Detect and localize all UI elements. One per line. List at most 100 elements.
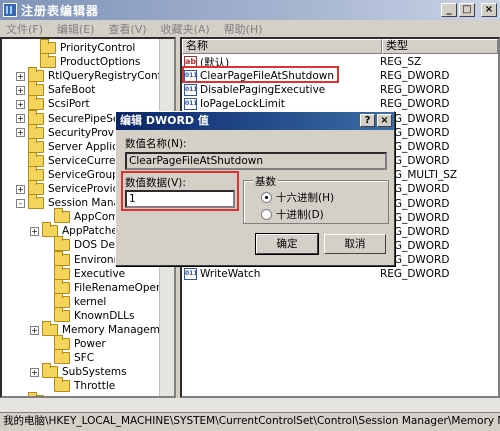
binary-value-icon: 011 [184, 98, 198, 111]
value-name-text: DisablePagingExecutive [200, 84, 326, 97]
value-type-cell: REG_DWORD [380, 225, 450, 238]
tree-item[interactable]: + Memory Management [30, 321, 174, 337]
expand-icon[interactable]: + [16, 184, 25, 194]
expand-icon[interactable]: + [16, 71, 25, 81]
menu-view[interactable]: 查看(V) [108, 21, 146, 37]
ok-button[interactable]: 确定 [255, 233, 319, 255]
close-button[interactable]: × [481, 3, 497, 17]
dec-radio-label: 十进制(D) [276, 209, 324, 221]
window-title: 注册表编辑器 [21, 3, 100, 18]
folder-icon [54, 349, 70, 365]
column-header-name[interactable]: 名称 [182, 39, 382, 54]
tree-item[interactable]: Power [42, 335, 106, 351]
expand-icon[interactable]: + [16, 114, 25, 123]
expand-icon[interactable]: + [16, 99, 25, 109]
dialog-close-button[interactable]: × [377, 114, 392, 127]
value-type-cell: REG_DWORD [380, 126, 450, 139]
value-type-cell: REG_DWORD [380, 183, 450, 196]
minimize-button[interactable]: _ [441, 3, 457, 17]
value-name-cell: 011 DisablePagingExecutive [184, 84, 380, 97]
collapse-icon[interactable]: - [16, 198, 25, 208]
expand-icon[interactable]: + [16, 128, 25, 138]
value-name-text: WriteWatch [200, 268, 261, 281]
window-title-bar: 注册表编辑器 _ □ × [0, 0, 500, 20]
menu-help[interactable]: 帮助(H) [224, 21, 263, 37]
hex-radio[interactable]: 十六进制(H) [261, 190, 334, 205]
expand-icon[interactable]: + [30, 367, 39, 377]
list-header: 名称 类型 [182, 39, 498, 54]
menu-edit[interactable]: 编辑(E) [57, 21, 95, 37]
value-type-cell: REG_DWORD [380, 70, 450, 83]
radio-unselected-icon [261, 209, 272, 220]
list-item[interactable]: 011 DisablePagingExecutive REG_DWORD [184, 83, 498, 97]
folder-icon [28, 194, 44, 210]
tree-item-label: Power [74, 338, 106, 351]
tree-item[interactable]: + SubSystems [30, 363, 127, 379]
tree-item[interactable]: kernel [42, 292, 106, 309]
binary-value-icon: 011 [184, 268, 198, 281]
tree-item[interactable]: ProductOptions [28, 53, 140, 69]
value-name-cell: 011 IoPageLockLimit [184, 98, 380, 111]
tree-item[interactable]: Throttle [42, 377, 116, 393]
menu-bar: 文件(F) 编辑(E) 查看(V) 收藏夹(A) 帮助(H) [0, 20, 500, 37]
value-data-highlight [121, 171, 239, 211]
value-name-text: IoPageLockLimit [200, 98, 285, 111]
hex-radio-label: 十六进制(H) [276, 192, 335, 204]
column-header-type[interactable]: 类型 [382, 39, 498, 54]
value-name-field: ClearPageFileAtShutdown [125, 152, 387, 170]
horizontal-scrollbar[interactable] [0, 398, 500, 412]
value-type-cell: REG_DWORD [380, 268, 450, 281]
folder-icon [54, 306, 70, 322]
tree-item-label: SubSystems [62, 366, 127, 379]
dialog-title: 编辑 DWORD 值 [120, 114, 209, 127]
folder-icon [40, 53, 56, 69]
menu-file[interactable]: 文件(F) [6, 21, 43, 37]
tree-item[interactable]: + RtlQueryRegistryConfig [16, 67, 171, 83]
expand-icon[interactable]: + [16, 85, 25, 95]
value-name-label: 数值名称(N): [125, 138, 187, 150]
value-type-cell: REG_DWORD [380, 84, 450, 97]
edit-dword-dialog: 编辑 DWORD 值 ? × 数值名称(N): ClearPageFileAtS… [115, 111, 395, 266]
status-bar: 我的电脑\HKEY_LOCAL_MACHINE\SYSTEM\CurrentCo… [0, 412, 500, 431]
value-type-cell: REG_DWORD [380, 112, 450, 125]
tree-item-label: RtlQueryRegistryConfig [48, 70, 171, 83]
value-type-cell: REG_MULTI_SZ [380, 169, 458, 182]
list-item[interactable]: 011 WriteWatch REG_DWORD [184, 267, 498, 281]
tree-item-label: PriorityControl [60, 42, 136, 54]
dec-radio[interactable]: 十进制(D) [261, 207, 324, 222]
dialog-help-button[interactable]: ? [360, 114, 375, 127]
value-type-cell: REG_DWORD [380, 98, 450, 111]
expand-icon[interactable]: + [30, 226, 39, 236]
value-type-cell: REG_SZ [380, 56, 422, 68]
expand-icon[interactable]: + [30, 325, 39, 335]
tree-item[interactable]: KnownDLLs [42, 306, 134, 323]
tree-item-label: Throttle [74, 380, 116, 393]
radio-selected-icon [261, 192, 272, 203]
tree-item-label: Executive [74, 267, 126, 280]
menu-favorites[interactable]: 收藏夹(A) [161, 21, 210, 37]
tree-item-label: SafeBoot [48, 84, 96, 97]
tree-item[interactable]: + AppPatches [30, 222, 123, 238]
maximize-button[interactable]: □ [459, 3, 475, 17]
base-label: 基数 [253, 174, 278, 189]
tree-item-label: SFC [74, 352, 95, 365]
folder-icon [54, 377, 70, 393]
value-type-cell: REG_DWORD [380, 140, 450, 153]
value-type-cell: REG_DWORD [380, 155, 450, 168]
cancel-button[interactable]: 取消 [324, 234, 386, 254]
value-type-cell: REG_DWORD [380, 211, 450, 224]
dialog-title-bar: 编辑 DWORD 值 ? × [116, 112, 394, 130]
list-item[interactable]: 011 IoPageLockLimit REG_DWORD [184, 97, 498, 111]
